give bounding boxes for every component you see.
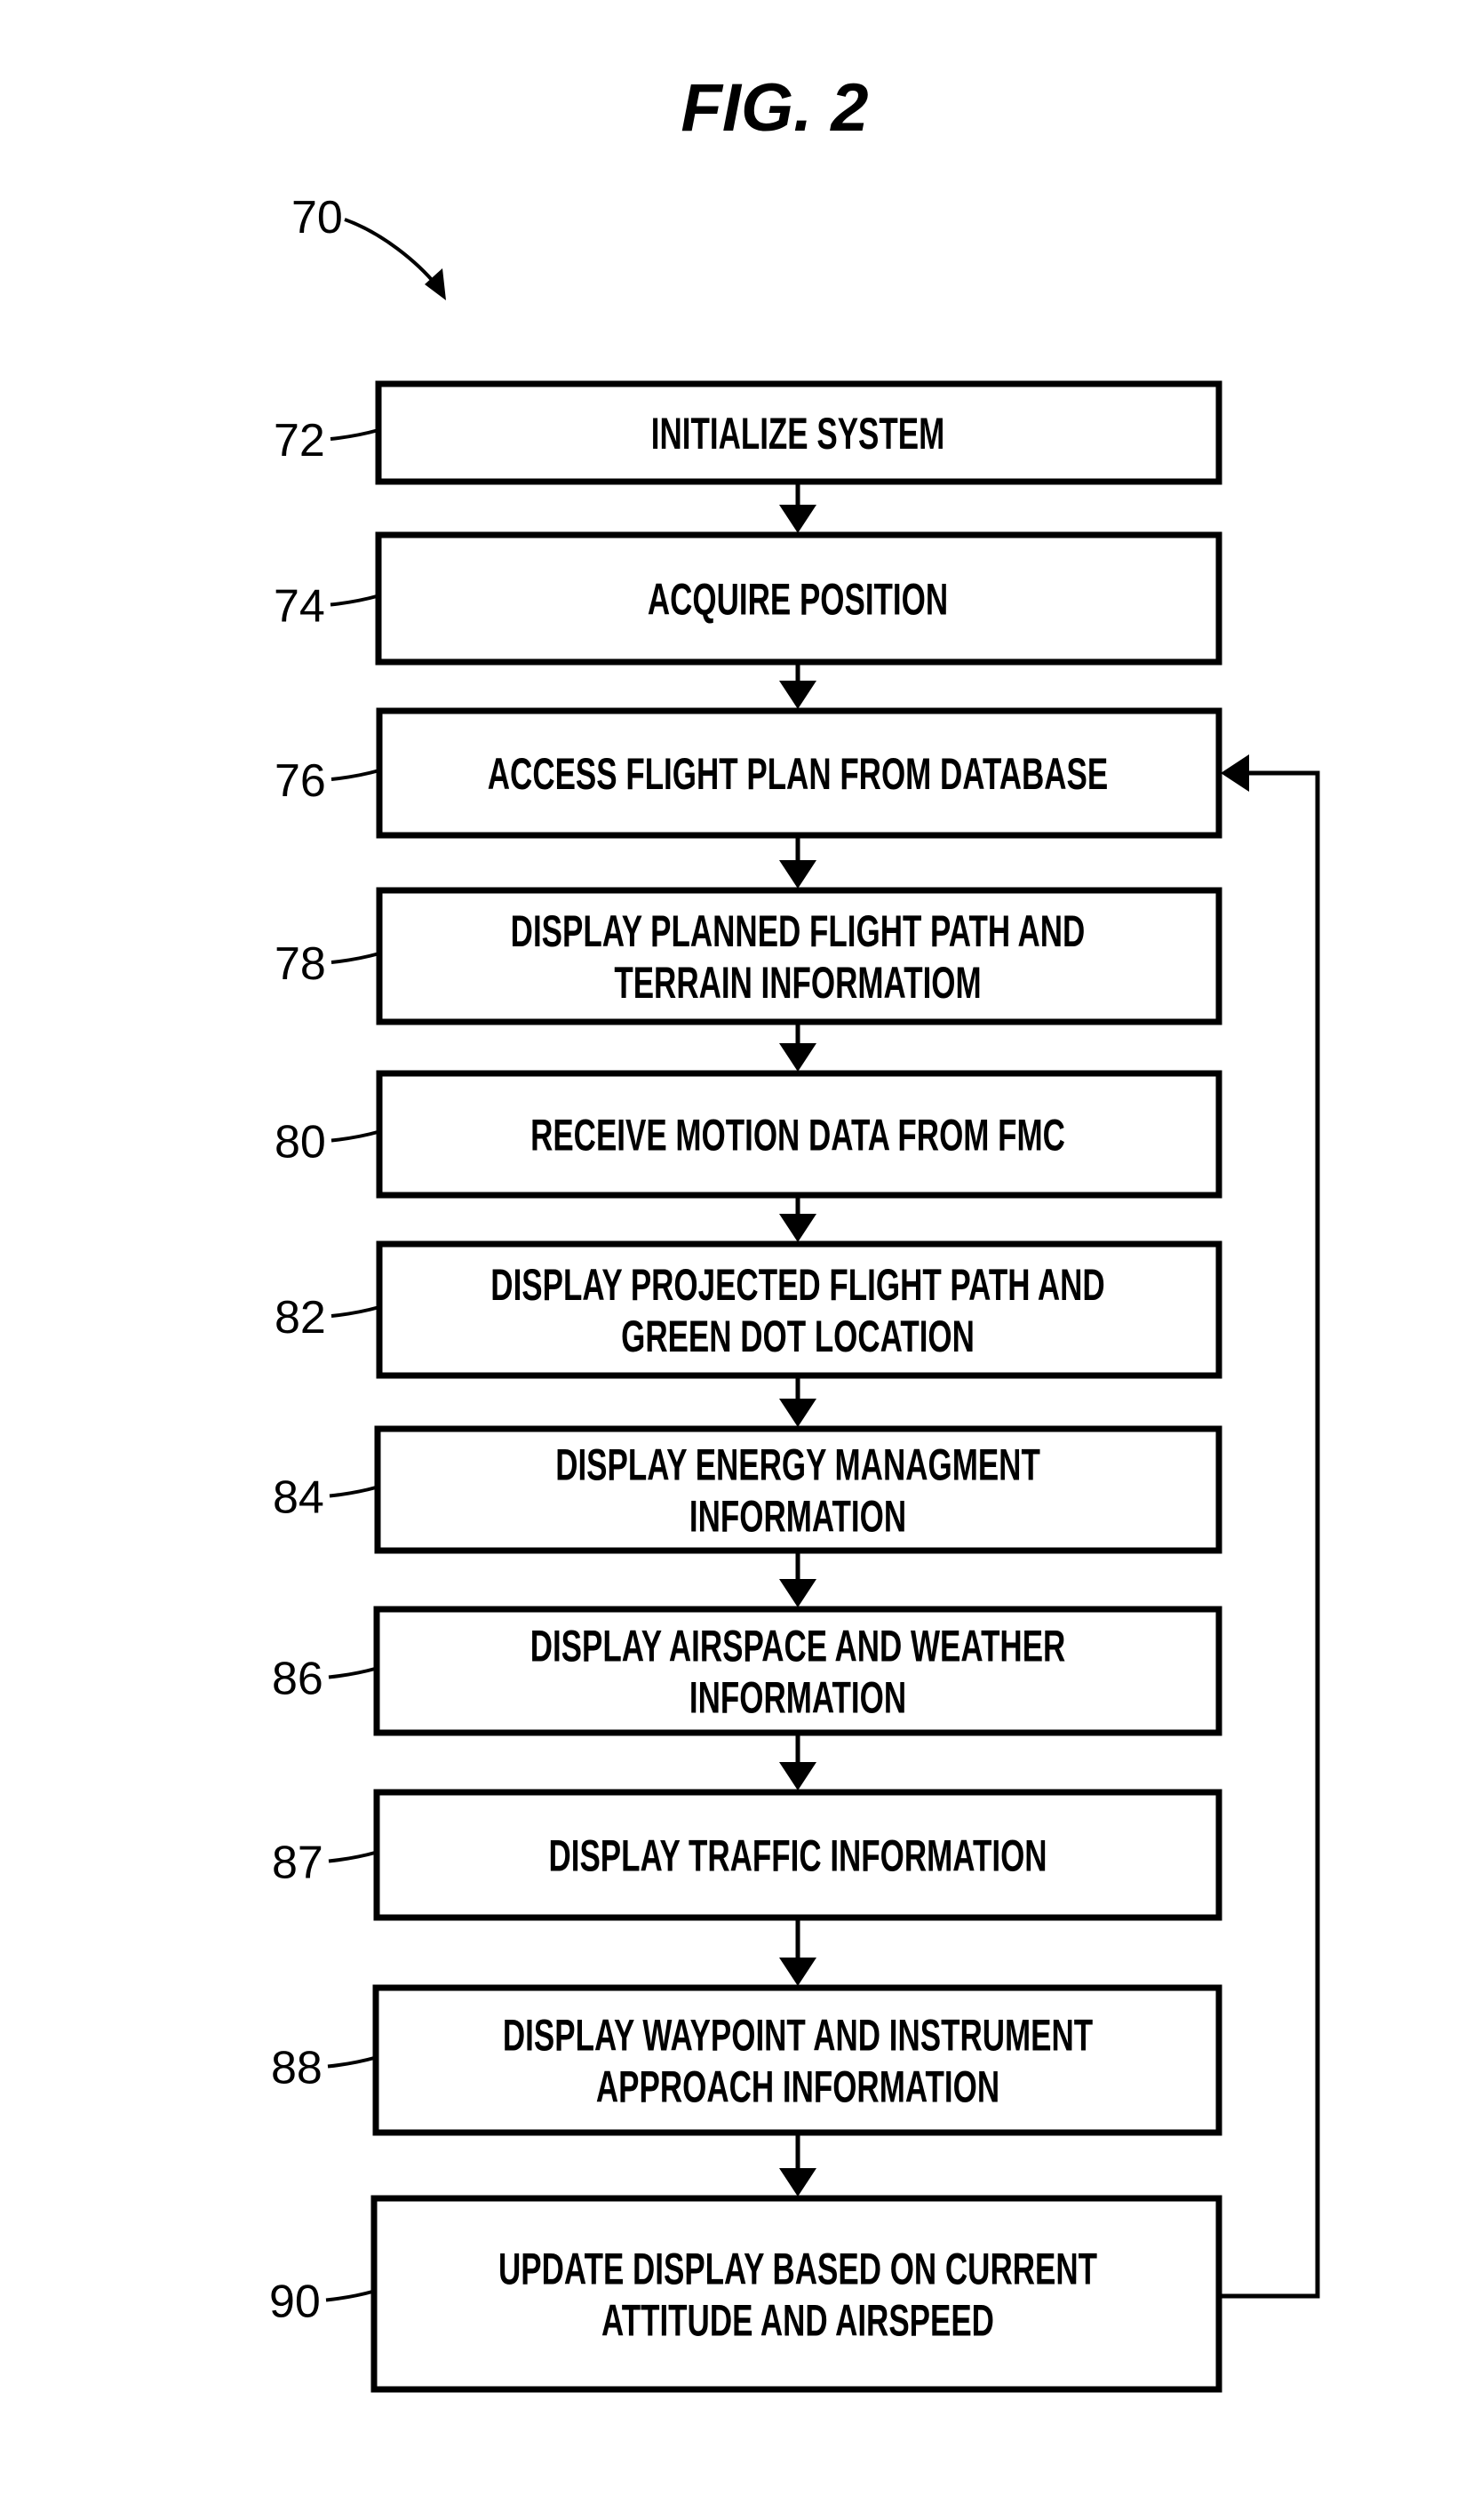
flow-step-87: 87 DISPLAY TRAFFIC INFORMATION (272, 1789, 1222, 1921)
loop-back-connector (1222, 770, 1320, 2299)
step-reference-number: 78 (275, 938, 326, 990)
flow-step-76: 76 ACCESS FLIGHT PLAN FROM DATABASE (275, 707, 1222, 839)
flow-step-86: 86 DISPLAY AIRSPACE AND WEATHERINFORMATIO… (272, 1606, 1222, 1736)
step-label-line: GREEN DOT LOCATION (621, 1312, 975, 1362)
step-reference-leader (328, 1666, 378, 1679)
step-label-line: ACCESS FLIGHT PLAN FROM DATABASE (488, 750, 1108, 800)
step-reference-number: 90 (269, 2277, 321, 2328)
step-label-line: ATTITUDE AND AIRSPEED (601, 2296, 994, 2346)
flow-step-72: 72 INITIALIZE SYSTEM (274, 380, 1222, 485)
flow-arrowhead (779, 681, 816, 709)
figure-reference-arrow (344, 218, 439, 288)
flow-arrowhead (779, 1214, 816, 1242)
flow-arrowhead (779, 1043, 816, 1072)
step-label-line: RECEIVE MOTION DATA FROM FMC (530, 1111, 1065, 1160)
flow-step-78: 78 DISPLAY PLANNED FLIGHT PATH ANDTERRAIN… (275, 887, 1222, 1025)
step-reference-number: 82 (275, 1292, 326, 1344)
step-reference-leader (325, 2289, 375, 2302)
step-reference-number: 86 (272, 1654, 323, 1705)
step-reference-number: 76 (275, 755, 326, 807)
step-reference-leader (330, 1305, 380, 1318)
step-reference-leader (330, 594, 379, 607)
step-label-line: DISPLAY PLANNED FLIGHT PATH AND (511, 907, 1086, 957)
step-label-line: TERRAIN INFORMATIOM (614, 959, 981, 1009)
flow-arrowhead (779, 1762, 816, 1790)
step-reference-number: 84 (273, 1472, 324, 1524)
flow-step-84: 84 DISPLAY ENERGY MANAGMENTINFORMATION (273, 1425, 1222, 1554)
flow-step-74: 74 ACQUIRE POSITION (274, 531, 1222, 666)
step-reference-leader (328, 1850, 378, 1863)
step-label-line: INFORMATION (689, 1673, 906, 1723)
step-reference-number: 88 (271, 2043, 322, 2094)
flow-step-90: 90 UPDATE DISPLAY BASED ON CURRENTATTITUD… (269, 2195, 1222, 2393)
step-label-line: UPDATE DISPLAY BASED ON CURRENT (498, 2245, 1097, 2294)
step-reference-leader (329, 1485, 378, 1498)
step-label-line: DISPLAY WAYPOINT AND INSTRUMENT (503, 2011, 1093, 2061)
step-label-line: ACQUIRE POSITION (648, 575, 948, 625)
step-reference-leader (330, 428, 379, 441)
flow-arrowhead (779, 1579, 816, 1607)
flow-arrowhead (779, 1399, 816, 1427)
flowchart-canvas: FIG. 2 70 72 INITIALIZE SYSTEM 74 ACQUIRE P… (269, 70, 1320, 2393)
step-reference-leader (330, 1129, 380, 1143)
step-reference-leader (330, 952, 380, 964)
step-reference-number: 74 (274, 581, 325, 633)
flow-arrowhead (779, 1958, 816, 1986)
figure-reference-number: 70 (291, 192, 343, 243)
step-label-line: DISPLAY AIRSPACE AND WEATHER (530, 1622, 1066, 1671)
step-label-line: DISPLAY PROJECTED FLIGHT PATH AND (490, 1261, 1104, 1311)
flow-arrowhead (779, 2168, 816, 2197)
flow-step-88: 88 DISPLAY WAYPOINT AND INSTRUMENTAPPROAC… (271, 1984, 1222, 2136)
step-reference-number: 80 (275, 1117, 326, 1168)
step-reference-leader (327, 2055, 377, 2069)
figure-title: FIG. 2 (681, 70, 868, 146)
step-label-line: APPROACH INFORMATION (596, 2062, 999, 2112)
flow-arrowhead (779, 505, 816, 533)
step-label-line: INITIALIZE SYSTEM (651, 410, 944, 459)
flow-steps: 72 INITIALIZE SYSTEM 74 ACQUIRE POSITION 76 A… (269, 380, 1222, 2393)
step-reference-number: 72 (274, 415, 325, 467)
flow-arrowhead (779, 860, 816, 889)
step-label-line: DISPLAY ENERGY MANAGMENT (555, 1440, 1040, 1490)
flow-step-80: 80 RECEIVE MOTION DATA FROM FMC (275, 1070, 1222, 1199)
step-label-line: INFORMATION (689, 1492, 906, 1542)
step-reference-number: 87 (272, 1838, 323, 1889)
flow-step-82: 82 DISPLAY PROJECTED FLIGHT PATH ANDGREEN… (275, 1240, 1222, 1379)
loop-back-arrowhead (1221, 754, 1249, 792)
step-label-line: DISPLAY TRAFFIC INFORMATION (548, 1831, 1047, 1881)
step-reference-leader (330, 769, 380, 781)
